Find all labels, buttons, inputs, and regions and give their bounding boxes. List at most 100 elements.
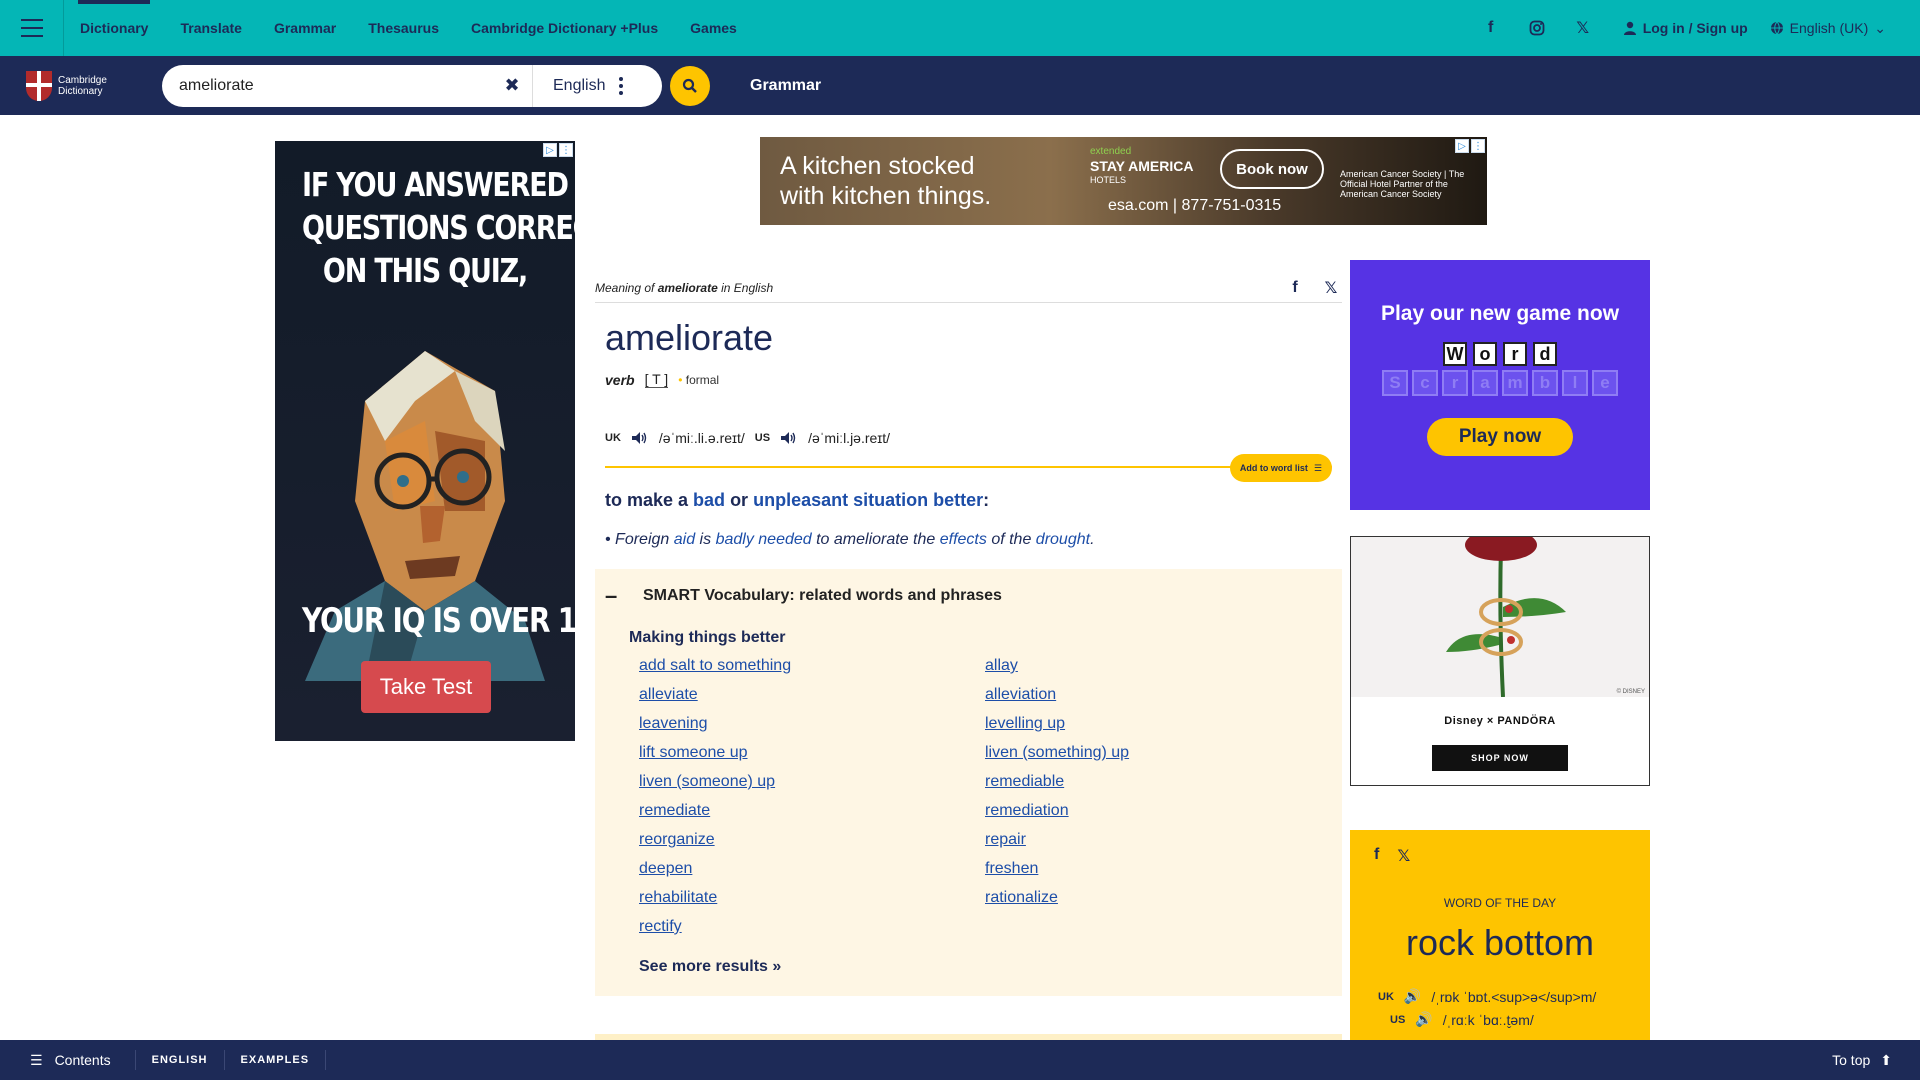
related-word-link[interactable]: add salt to something xyxy=(639,657,985,675)
related-word-link[interactable]: alleviation xyxy=(985,686,1331,704)
speaker-icon[interactable] xyxy=(631,431,649,445)
related-word-link[interactable]: liven (someone) up xyxy=(639,773,985,791)
word-link[interactable]: aid xyxy=(674,531,695,548)
speaker-icon[interactable]: 🔊 xyxy=(1404,988,1421,1005)
example-sentence: • Foreign aid is badly needed to amelior… xyxy=(595,511,1342,549)
facebook-icon[interactable]: f xyxy=(1473,10,1509,46)
more-options-icon xyxy=(619,76,624,95)
ad-headline-line2: QUESTIONS CORRECTLY xyxy=(302,208,575,247)
related-words-grid: add salt to something allay alleviate allev… xyxy=(595,647,1342,936)
hotel-ad[interactable]: ▷ ⋮ A kitchen stocked with kitchen things… xyxy=(760,137,1487,225)
language-selector[interactable]: English (UK) ⌄ xyxy=(1770,20,1886,37)
related-word-link[interactable]: rationalize xyxy=(985,889,1331,907)
ad-headline-line3: ON THIS QUIZ, xyxy=(322,251,528,290)
adchoices-icon[interactable]: ▷ xyxy=(1455,139,1469,153)
acs-logo: American Cancer Society | The Official H… xyxy=(1340,169,1465,199)
dictionary-entry: Meaning of ameliorate in English f 𝕏 ame… xyxy=(595,273,1342,996)
speaker-icon[interactable]: 🔊 xyxy=(1415,1011,1432,1028)
arrow-up-icon: ⬆ xyxy=(1880,1051,1892,1068)
instagram-icon[interactable] xyxy=(1519,10,1555,46)
related-word-link[interactable]: deepen xyxy=(639,860,985,878)
related-word-link[interactable]: remediate xyxy=(639,802,985,820)
smart-vocabulary-toggle[interactable]: – SMART Vocabulary: related words and ph… xyxy=(595,579,1342,609)
add-to-word-list-button[interactable]: Add to word list ☰ xyxy=(1229,454,1332,482)
take-test-button[interactable]: Take Test xyxy=(361,661,491,713)
text-run: to ameliorate the xyxy=(811,531,940,548)
smart-heading: SMART Vocabulary: related words and phra… xyxy=(643,587,1002,604)
game-title: Play our new game now xyxy=(1380,302,1620,325)
nav-games[interactable]: Games xyxy=(674,0,753,56)
ad-menu-icon[interactable]: ⋮ xyxy=(1471,139,1485,153)
related-word-link[interactable]: remediable xyxy=(985,773,1331,791)
word-link[interactable]: effects xyxy=(940,531,987,548)
word-link[interactable]: better xyxy=(933,490,983,510)
related-word-link[interactable]: lift someone up xyxy=(639,744,985,762)
contents-button[interactable]: ☰ Contents xyxy=(0,1050,136,1070)
grammar-code[interactable]: [ T ] xyxy=(644,371,669,388)
tab-english[interactable]: ENGLISH xyxy=(136,1050,225,1070)
text-run: is xyxy=(695,531,716,548)
related-word-link[interactable]: alleviate xyxy=(639,686,985,704)
logo-line1: Cambridge xyxy=(58,74,107,86)
nav-grammar[interactable]: Grammar xyxy=(258,0,352,56)
nav-plus[interactable]: Cambridge Dictionary +Plus xyxy=(455,0,674,56)
ad-headline-line1: IF YOU ANSWERED 25 xyxy=(302,165,575,204)
text-run: : xyxy=(983,490,990,510)
see-more-link[interactable]: See more results » xyxy=(595,936,1342,976)
related-word-link[interactable]: repair xyxy=(985,831,1331,849)
speaker-icon[interactable] xyxy=(780,431,798,445)
word-scramble-ad[interactable]: Play our new game now W o r d S c r a m … xyxy=(1350,260,1650,510)
login-link[interactable]: Log in / Sign up xyxy=(1611,20,1760,36)
related-word-link[interactable]: liven (something) up xyxy=(985,744,1331,762)
text-run: • Foreign xyxy=(605,531,674,548)
meaning-line: Meaning of ameliorate in English xyxy=(595,273,1342,303)
related-word-link[interactable]: freshen xyxy=(985,860,1331,878)
related-word-link[interactable]: rectify xyxy=(639,918,985,936)
word-link[interactable]: drought xyxy=(1036,531,1090,548)
related-word-link[interactable]: remediation xyxy=(985,802,1331,820)
grammar-link[interactable]: Grammar xyxy=(750,77,821,95)
x-icon[interactable]: 𝕏 xyxy=(1397,846,1410,866)
menu-icon[interactable] xyxy=(0,0,64,56)
cambridge-logo[interactable]: Cambridge Dictionary xyxy=(0,56,132,115)
shield-icon xyxy=(26,70,52,101)
x-icon[interactable]: 𝕏 xyxy=(1565,10,1601,46)
ad-line2: with kitchen things. xyxy=(780,182,992,210)
related-word-link[interactable]: reorganize xyxy=(639,831,985,849)
related-word-link[interactable]: allay xyxy=(985,657,1331,675)
dictionary-select[interactable]: English xyxy=(532,64,662,107)
wotd-us-pron: US 🔊 /ˌrɑːk ˈbɑː.t̬əm/ xyxy=(1390,1011,1534,1028)
word-link[interactable]: unpleasant xyxy=(753,490,848,510)
nav-dictionary[interactable]: Dictionary xyxy=(64,0,164,56)
ad-menu-icon[interactable]: ⋮ xyxy=(559,143,573,157)
word-link[interactable]: needed xyxy=(758,531,811,548)
related-word-link[interactable]: levelling up xyxy=(985,715,1331,733)
search-button[interactable] xyxy=(670,65,710,106)
pandora-ad[interactable]: ▷⋮ © DISNEY Disney × PANDÖRA SHOP NOW xyxy=(1350,536,1650,786)
nav-thesaurus[interactable]: Thesaurus xyxy=(352,0,455,56)
text-run: or xyxy=(725,490,754,510)
facebook-icon[interactable]: f xyxy=(1284,273,1306,303)
quiz-ad[interactable]: ▷⋮ IF YOU ANSWERED 25 QUESTIONS CORRECTL… xyxy=(275,141,575,741)
word-link[interactable]: badly xyxy=(716,531,754,548)
nav-translate[interactable]: Translate xyxy=(164,0,257,56)
facebook-icon[interactable]: f xyxy=(1374,846,1379,866)
clear-icon[interactable]: ✖ xyxy=(492,75,532,96)
related-word-link[interactable]: leavening xyxy=(639,715,985,733)
to-top-button[interactable]: To top ⬆ xyxy=(1832,1052,1920,1069)
chevron-down-icon: ⌄ xyxy=(1874,19,1886,36)
x-icon[interactable]: 𝕏 xyxy=(1320,273,1342,303)
shop-now-button[interactable]: SHOP NOW xyxy=(1432,745,1568,771)
play-now-button[interactable]: Play now xyxy=(1427,418,1573,456)
tab-examples[interactable]: EXAMPLES xyxy=(225,1050,327,1070)
us-ipa: /əˈmiːl.jə.reɪt/ xyxy=(808,430,891,446)
word-link[interactable]: bad xyxy=(693,490,725,510)
disney-copyright: © DISNEY xyxy=(1616,689,1645,695)
wotd-word[interactable]: rock bottom xyxy=(1350,910,1650,964)
book-now-button[interactable]: Book now xyxy=(1220,149,1324,189)
smart-subheading[interactable]: Making things better xyxy=(595,609,1342,647)
related-word-link[interactable]: rehabilitate xyxy=(639,889,985,907)
search-input[interactable] xyxy=(162,76,492,95)
word-link[interactable]: situation xyxy=(853,490,928,510)
word-of-the-day: f 𝕏 WORD OF THE DAY rock bottom UK 🔊 /ˌr… xyxy=(1350,830,1650,1040)
